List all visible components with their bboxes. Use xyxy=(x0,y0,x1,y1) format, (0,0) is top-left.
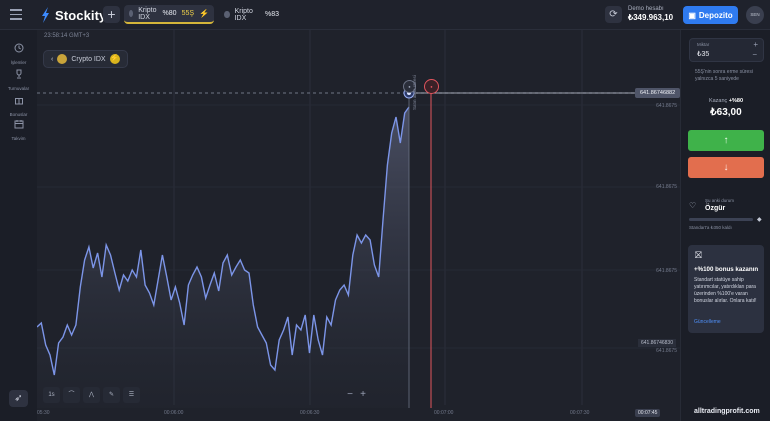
sidebar-item-tournaments[interactable]: Turnuvalar xyxy=(0,66,37,91)
asset-tab-payout: %83 xyxy=(264,11,279,18)
asset-selector-label: Crypto IDX xyxy=(71,55,106,63)
avatar[interactable]: SEN xyxy=(746,6,764,24)
chart-type-icon[interactable]: ⌒ xyxy=(63,387,80,403)
bolt-icon: ⚡ xyxy=(109,54,120,64)
status-note: Standart'a ₺350 kaldı xyxy=(689,225,732,230)
asset-selector[interactable]: ‹ Crypto IDX ⚡ xyxy=(43,50,128,68)
sidebar-item-bonuses[interactable]: Bonuslar xyxy=(0,92,37,117)
crypto-icon xyxy=(224,11,230,18)
amount-decrease-button[interactable]: − xyxy=(752,50,757,59)
hamburger-menu-icon[interactable] xyxy=(10,9,22,20)
profit-label: Kazanç +%80 xyxy=(681,98,770,104)
wallet-icon: ▣ xyxy=(688,10,696,20)
sidebar-item-label: Takvim xyxy=(11,136,26,141)
bonus-card: ⛝ +%100 bonus kazanın Standart statüye s… xyxy=(688,245,764,333)
sell-down-button[interactable]: ↓ xyxy=(688,157,764,178)
crypto-icon xyxy=(57,54,68,64)
x-tick-label: 00:06:00 xyxy=(164,410,184,416)
gift-icon: ⛝ xyxy=(695,250,702,260)
account-type-label: Demo hesabı xyxy=(628,6,664,12)
sidebar-item-calendar[interactable]: Takvim xyxy=(0,116,37,141)
brand-logo[interactable]: Stockity xyxy=(40,6,106,24)
top-bar: Stockity + Kripto IDX %80 55Ş ⚡ Kripto I… xyxy=(0,0,770,30)
chart-toolbar: 1s ⌒ ⋀ ✎ ☰ xyxy=(43,387,140,403)
expiry-marker-icon[interactable]: ● xyxy=(424,79,439,94)
bolt-icon: ⚡ xyxy=(199,9,209,18)
bonus-title: +%100 bonus kazanın xyxy=(694,266,759,273)
y-tick-label: 641.8675 xyxy=(656,268,677,274)
draw-tool-icon[interactable]: ✎ xyxy=(103,387,120,403)
chart-svg xyxy=(37,30,680,408)
asset-tab-timer: 55Ş xyxy=(181,10,195,17)
logo-mark-icon xyxy=(42,7,49,23)
price-chart[interactable]: 23:58:14 GMT+3 ‹ Crypto IDX ⚡ 641.867468… xyxy=(37,30,680,421)
deposit-button[interactable]: ▣ Depozito xyxy=(683,6,738,24)
sidebar-item-trades[interactable]: İşlemler xyxy=(0,40,37,65)
amount-value: ₺35 xyxy=(697,51,710,58)
x-tick-label: 00:06:30 xyxy=(300,410,320,416)
left-sidebar: İşlemler Turnuvalar Bonuslar Takvim ➶ ? xyxy=(0,30,37,421)
brand-name: Stockity xyxy=(55,7,107,23)
deposit-label: Depozito xyxy=(698,10,733,20)
rocket-icon[interactable]: ➶ xyxy=(9,390,28,407)
timeframe-button[interactable]: 1s xyxy=(43,387,60,403)
server-time: 23:58:14 GMT+3 xyxy=(44,33,90,39)
y-tick-label: 641.8675 xyxy=(656,103,677,109)
status-small-label: Şu anki durum xyxy=(705,198,735,203)
asset-tab-kripto-idx-2[interactable]: Kripto IDX %83 xyxy=(219,5,284,24)
asset-tab-kripto-idx[interactable]: Kripto IDX %80 55Ş ⚡ xyxy=(124,5,214,24)
amount-field[interactable]: Miktar ₺35 + − xyxy=(689,38,764,62)
y-tick-label: 641.8675 xyxy=(656,348,677,354)
buy-up-button[interactable]: ↑ xyxy=(688,130,764,151)
crypto-icon xyxy=(129,10,134,17)
status-progress-bar xyxy=(689,218,753,221)
diamond-icon: ◆ xyxy=(757,217,762,223)
trophy-icon xyxy=(16,69,21,79)
refresh-balance-icon[interactable]: ⟳ xyxy=(605,6,622,23)
zoom-controls: − + xyxy=(345,390,368,400)
profit-label-text: Kazanç xyxy=(708,98,728,104)
x-tick-label: 00:07:00 xyxy=(434,410,454,416)
layout-icon[interactable]: ☰ xyxy=(123,387,140,403)
app-root: Stockity + Kripto IDX %80 55Ş ⚡ Kripto I… xyxy=(0,0,770,421)
asset-tab-name: Kripto IDX xyxy=(138,6,157,21)
calendar-icon xyxy=(14,120,23,129)
heart-icon: ♡ xyxy=(689,201,697,210)
bonus-text: Standart statüye sahip yatırımcılar, yat… xyxy=(694,277,757,304)
bonus-upgrade-link[interactable]: Güncelleme xyxy=(694,319,721,325)
asset-tab-payout: %80 xyxy=(162,10,177,17)
amount-increase-button[interactable]: + xyxy=(753,40,758,49)
profit-value: ₺63,00 xyxy=(710,107,742,118)
expiry-note: 55Ş'nin sonra erme süresi yalnızca 5 san… xyxy=(695,69,753,82)
profit-percent: +%80 xyxy=(728,98,744,104)
account-balance: ₺349.963,10 xyxy=(628,13,674,22)
x-tick-label: 00:07:30 xyxy=(570,410,590,416)
clock-icon xyxy=(14,43,23,53)
status-value: Özgür xyxy=(705,205,726,212)
indicators-icon[interactable]: ⋀ xyxy=(83,387,100,403)
zoom-in-icon[interactable]: + xyxy=(358,390,368,400)
current-price-tag: 641.86746882 xyxy=(635,88,680,98)
sidebar-item-label: Turnuvalar xyxy=(7,86,30,91)
account-switcher[interactable]: Demo hesabı ₺349.963,10 xyxy=(628,6,673,22)
add-asset-button[interactable]: + xyxy=(103,6,120,23)
zoom-out-icon[interactable]: − xyxy=(345,390,355,400)
gift-icon xyxy=(14,98,23,105)
secondary-price-tag: 641.86746830 xyxy=(638,339,676,347)
watermark: alltradingprofit.com xyxy=(694,408,760,415)
sidebar-item-label: İşlemler xyxy=(10,60,27,65)
chevron-left-icon: ‹ xyxy=(51,55,54,63)
trade-panel: Miktar ₺35 + − 55Ş'nin sonra erme süresi… xyxy=(680,30,770,421)
purchase-time-label: Satın alma süresi xyxy=(412,75,417,110)
x-tick-label: 05:30 xyxy=(37,410,50,416)
x-tick-label-current: 00:07:45 xyxy=(635,409,661,417)
y-tick-label: 641.8675 xyxy=(656,184,677,190)
asset-tab-name: Kripto IDX xyxy=(234,7,253,22)
amount-label: Miktar xyxy=(697,42,710,47)
